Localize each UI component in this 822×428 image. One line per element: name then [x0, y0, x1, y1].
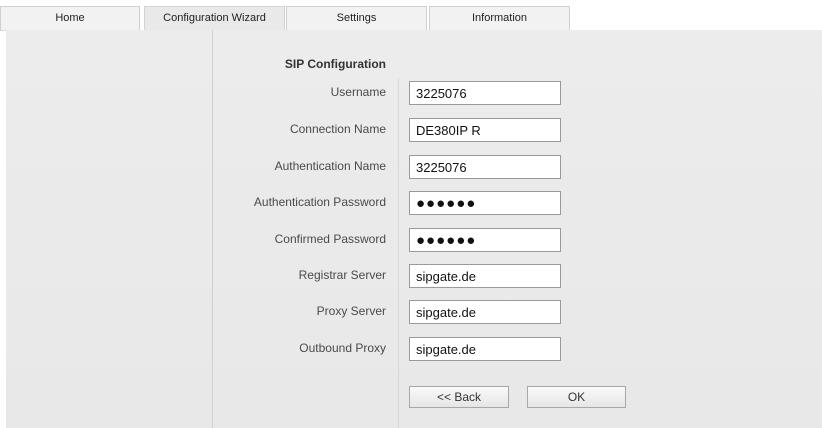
ok-button[interactable]: OK — [527, 386, 626, 408]
row-authentication-password: Authentication Password — [0, 191, 822, 215]
tab-home[interactable]: Home — [0, 6, 140, 30]
authentication-name-label: Authentication Name — [274, 159, 386, 173]
row-authentication-name: Authentication Name — [0, 155, 822, 179]
proxy-server-label: Proxy Server — [316, 304, 386, 318]
connection-name-label: Connection Name — [289, 122, 386, 136]
username-input[interactable] — [409, 81, 561, 105]
confirmed-password-label: Confirmed Password — [274, 232, 386, 246]
back-button[interactable]: << Back — [409, 386, 509, 408]
authentication-name-input[interactable] — [409, 155, 561, 179]
connection-name-input[interactable] — [409, 118, 561, 142]
tab-configuration-wizard[interactable]: Configuration Wizard — [144, 6, 285, 31]
registrar-server-label: Registrar Server — [298, 268, 386, 282]
row-registrar-server: Registrar Server — [0, 264, 822, 288]
authentication-password-input[interactable] — [409, 191, 561, 215]
username-label: Username — [330, 85, 386, 99]
tab-settings[interactable]: Settings — [286, 6, 427, 30]
outbound-proxy-input[interactable] — [409, 337, 561, 361]
proxy-server-input[interactable] — [409, 300, 561, 324]
row-connection-name: Connection Name — [0, 118, 822, 142]
row-proxy-server: Proxy Server — [0, 300, 822, 324]
section-title: SIP Configuration — [284, 57, 386, 71]
authentication-password-label: Authentication Password — [253, 195, 386, 209]
row-confirmed-password: Confirmed Password — [0, 228, 822, 252]
tab-bar: Home Configuration Wizard Settings Infor… — [0, 0, 822, 31]
tab-information[interactable]: Information — [429, 6, 570, 30]
confirmed-password-input[interactable] — [409, 228, 561, 252]
row-username: Username — [0, 81, 822, 105]
row-outbound-proxy: Outbound Proxy — [0, 337, 822, 361]
outbound-proxy-label: Outbound Proxy — [299, 341, 386, 355]
registrar-server-input[interactable] — [409, 264, 561, 288]
